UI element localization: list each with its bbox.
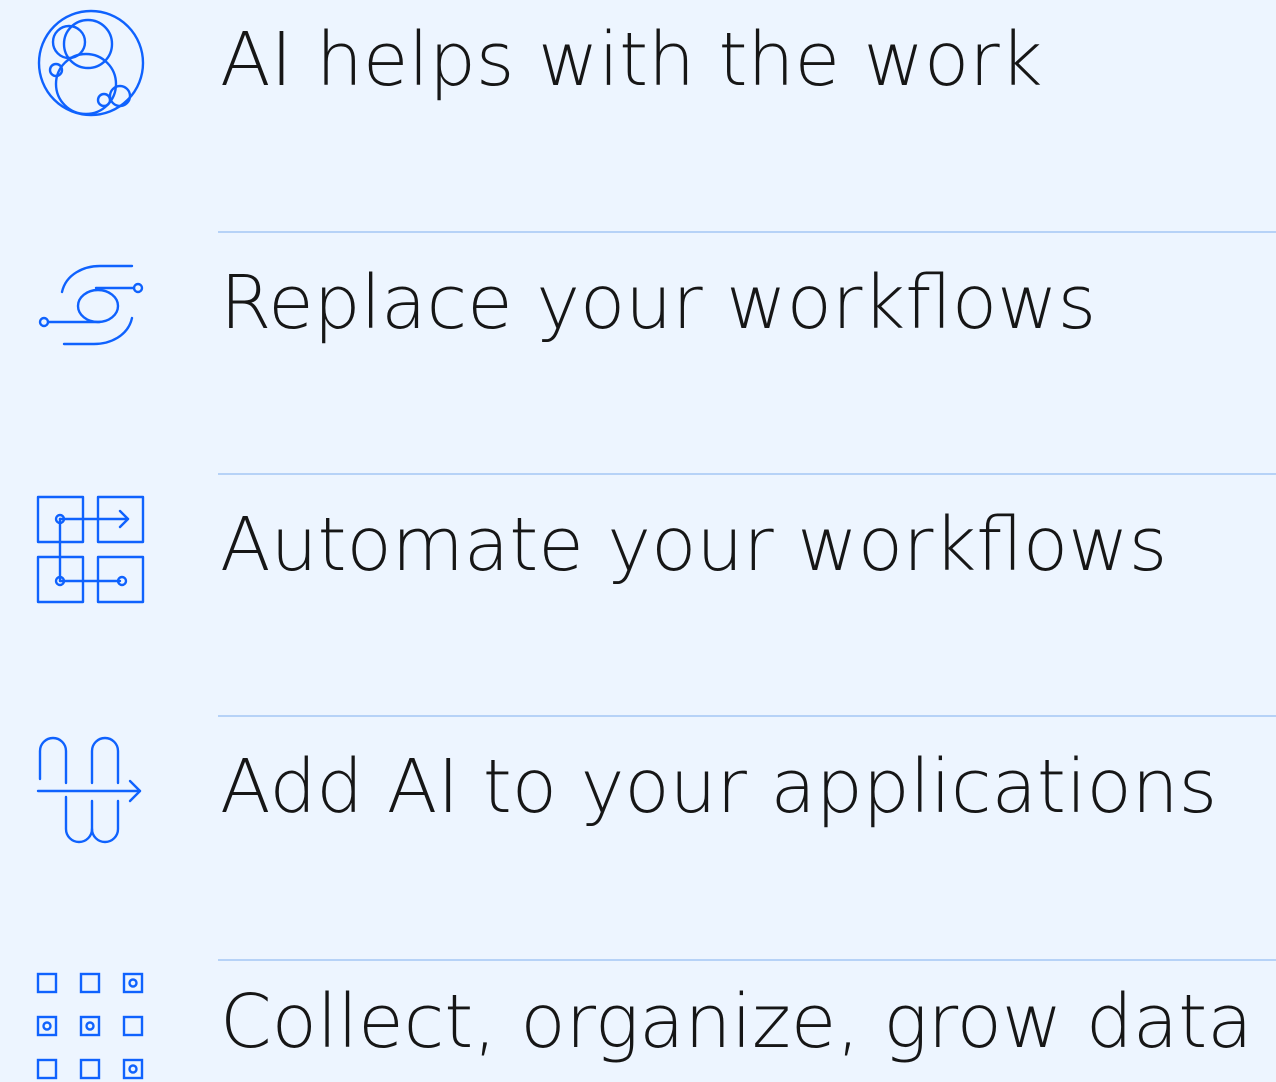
feature-list: AI helps with the work Replace your work… <box>0 0 1276 1082</box>
app-integration-icon <box>36 735 146 845</box>
feature-label: AI helps with the work <box>220 17 1043 103</box>
feature-label: Collect, organize, grow data <box>220 979 1253 1065</box>
feature-item-replace: Replace your workflows <box>0 243 1276 363</box>
divider <box>218 715 1276 717</box>
feature-label: Replace your workflows <box>220 260 1097 346</box>
feature-label: Add AI to your applications <box>220 744 1218 830</box>
swap-flow-icon <box>36 248 146 358</box>
feature-label: Automate your workflows <box>220 502 1168 588</box>
divider <box>218 231 1276 233</box>
divider <box>218 473 1276 475</box>
feature-item-automate: Automate your workflows <box>0 485 1276 605</box>
bubbles-icon <box>36 8 146 118</box>
divider <box>218 959 1276 961</box>
data-grid-icon <box>36 972 146 1082</box>
feature-item-ai-helps: AI helps with the work <box>0 0 1276 120</box>
automation-grid-icon <box>36 495 146 605</box>
feature-item-collect-data: Collect, organize, grow data <box>0 962 1276 1082</box>
feature-item-add-ai: Add AI to your applications <box>0 727 1276 847</box>
